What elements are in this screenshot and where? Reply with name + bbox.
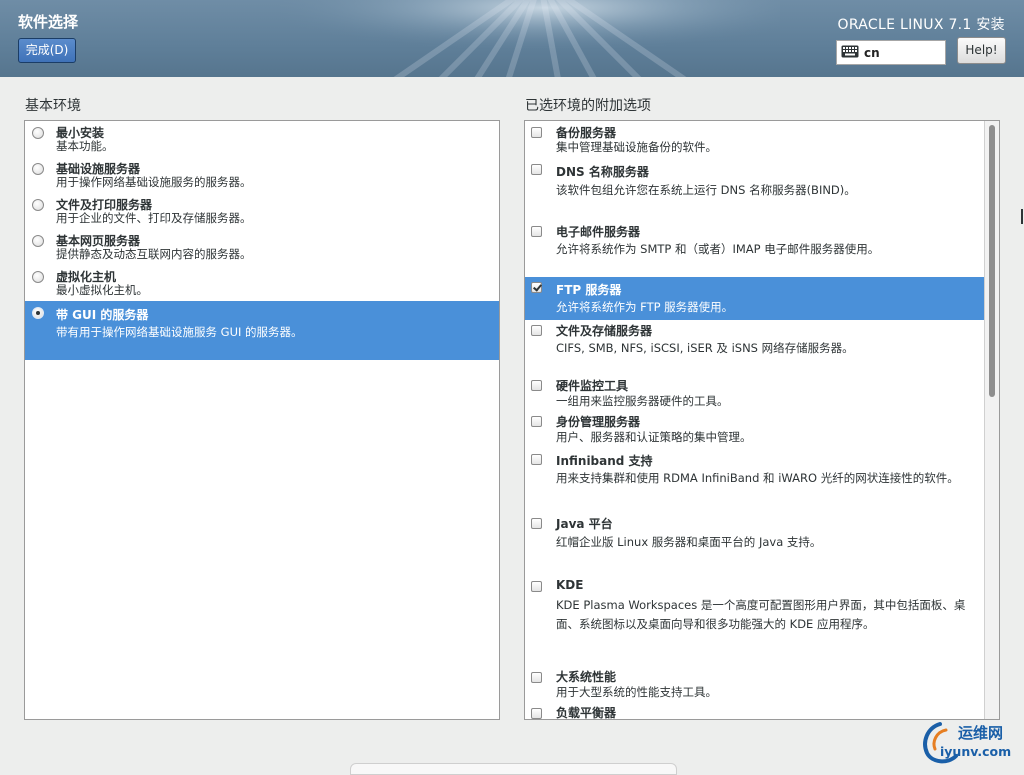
- addon-item-name: Java 平台: [556, 517, 613, 531]
- checkbox[interactable]: [531, 581, 542, 592]
- checkbox[interactable]: [531, 672, 542, 683]
- env-item-desc: 用于企业的文件、打印及存储服务器。: [56, 211, 252, 225]
- addon-item-name: DNS 名称服务器: [556, 165, 649, 179]
- addons-label: 已选环境的附加选项: [525, 98, 651, 114]
- addon-item-desc: 用户、服务器和认证策略的集中管理。: [556, 430, 752, 444]
- header-background-rays: [280, 0, 780, 77]
- addon-item-file-storage-server[interactable]: 文件及存储服务器 CIFS, SMB, NFS, iSCSI, iSER 及 i…: [525, 320, 999, 375]
- env-item-virtualization-host[interactable]: 虚拟化主机 最小虚拟化主机。: [25, 265, 499, 301]
- addon-item-desc: 允许将系统作为 FTP 服务器使用。: [556, 300, 734, 314]
- radio-button-selected[interactable]: [32, 307, 44, 319]
- product-title: ORACLE LINUX 7.1 安装: [837, 17, 1005, 33]
- addon-item-dns-server[interactable]: DNS 名称服务器 该软件包组允许您在系统上运行 DNS 名称服务器(BIND)…: [525, 161, 999, 221]
- env-item-web-server[interactable]: 基本网页服务器 提供静态及动态互联网内容的服务器。: [25, 229, 499, 265]
- base-environment-label: 基本环境: [25, 98, 81, 114]
- checkbox[interactable]: [531, 708, 542, 719]
- addon-item-desc: 红帽企业版 Linux 服务器和桌面平台的 Java 支持。: [556, 535, 822, 549]
- done-button[interactable]: 完成(D): [18, 38, 76, 63]
- addons-scrollbar[interactable]: [984, 121, 999, 719]
- radio-button[interactable]: [32, 235, 44, 247]
- checkbox[interactable]: [531, 454, 542, 465]
- addon-item-name: 大系统性能: [556, 670, 617, 684]
- watermark-logo-icon: [923, 722, 958, 764]
- radio-button[interactable]: [32, 199, 44, 211]
- env-item-infrastructure-server[interactable]: 基础设施服务器 用于操作网络基础设施服务的服务器。: [25, 157, 499, 193]
- env-item-desc: 基本功能。: [56, 139, 114, 153]
- env-item-server-with-gui[interactable]: 带 GUI 的服务器 带有用于操作网络基础设施服务 GUI 的服务器。: [25, 301, 499, 360]
- addon-item-desc: KDE Plasma Workspaces 是一个高度可配置图形用户界面，其中包…: [556, 598, 966, 631]
- addon-item-name: 身份管理服务器: [556, 415, 641, 429]
- addon-item-hardware-monitoring[interactable]: 硬件监控工具 一组用来监控服务器硬件的工具。: [525, 375, 999, 411]
- base-environment-list: 最小安装 基本功能。 基础设施服务器 用于操作网络基础设施服务的服务器。 文件及…: [24, 120, 500, 720]
- env-item-desc: 用于操作网络基础设施服务的服务器。: [56, 175, 252, 189]
- env-item-desc: 最小虚拟化主机。: [56, 283, 148, 297]
- keyboard-icon: [841, 45, 859, 58]
- scrollbar-thumb[interactable]: [989, 125, 995, 397]
- env-item-minimal[interactable]: 最小安装 基本功能。: [25, 121, 499, 157]
- addon-item-name: 文件及存储服务器: [556, 324, 653, 338]
- addon-item-email-server[interactable]: 电子邮件服务器 允许将系统作为 SMTP 和（或者）IMAP 电子邮件服务器使用…: [525, 221, 999, 277]
- addon-item-desc: 集中管理基础设施备份的软件。: [556, 140, 717, 154]
- env-item-desc: 提供静态及动态互联网内容的服务器。: [56, 247, 252, 261]
- addon-item-name: Infiniband 支持: [556, 454, 653, 468]
- addon-item-large-system-performance[interactable]: 大系统性能 用于大型系统的性能支持工具。: [525, 667, 999, 703]
- watermark-url: iyunv.com: [940, 744, 1012, 759]
- addon-item-infiniband[interactable]: Infiniband 支持 用来支持集群和使用 RDMA InfiniBand …: [525, 449, 999, 513]
- addon-item-backup-server[interactable]: 备份服务器 集中管理基础设施备份的软件。: [525, 121, 999, 161]
- addon-item-name: 硬件监控工具: [556, 379, 629, 393]
- keyboard-layout-label: cn: [864, 46, 880, 60]
- checkbox[interactable]: [531, 325, 542, 336]
- addon-item-desc: 允许将系统作为 SMTP 和（或者）IMAP 电子邮件服务器使用。: [556, 242, 880, 256]
- addon-item-java-platform[interactable]: Java 平台 红帽企业版 Linux 服务器和桌面平台的 Java 支持。: [525, 513, 999, 576]
- addon-item-name: FTP 服务器: [556, 283, 622, 297]
- text-cursor-icon: [1021, 209, 1023, 224]
- addon-item-load-balancer[interactable]: 负载平衡器: [525, 703, 999, 720]
- addon-item-name: 电子邮件服务器: [556, 225, 641, 239]
- env-item-name: 带 GUI 的服务器: [56, 308, 149, 322]
- keyboard-layout-indicator[interactable]: cn: [836, 40, 946, 65]
- addon-item-ftp-server[interactable]: FTP 服务器 允许将系统作为 FTP 服务器使用。: [525, 277, 999, 320]
- radio-button[interactable]: [32, 163, 44, 175]
- addon-item-desc: 用来支持集群和使用 RDMA InfiniBand 和 iWARO 光纤的网状连…: [556, 471, 959, 485]
- addons-list: 备份服务器 集中管理基础设施备份的软件。 DNS 名称服务器 该软件包组允许您在…: [524, 120, 1000, 720]
- addon-item-name: 负载平衡器: [556, 706, 617, 720]
- radio-button[interactable]: [32, 271, 44, 283]
- addon-item-kde[interactable]: KDE KDE Plasma Workspaces 是一个高度可配置图形用户界面…: [525, 576, 999, 667]
- watermark-name: 运维网: [958, 724, 1004, 742]
- addon-item-desc: 一组用来监控服务器硬件的工具。: [556, 394, 729, 408]
- addon-item-desc: 用于大型系统的性能支持工具。: [556, 685, 717, 699]
- env-item-desc: 带有用于操作网络基础设施服务 GUI 的服务器。: [56, 325, 303, 339]
- help-button[interactable]: Help!: [957, 37, 1006, 64]
- checkbox[interactable]: [531, 226, 542, 237]
- addon-item-desc: CIFS, SMB, NFS, iSCSI, iSER 及 iSNS 网络存储服…: [556, 341, 854, 355]
- addon-item-identity-management[interactable]: 身份管理服务器 用户、服务器和认证策略的集中管理。: [525, 411, 999, 449]
- header-bar: 软件选择 完成(D) ORACLE LINUX 7.1 安装 cn Help!: [0, 0, 1024, 77]
- checkbox[interactable]: [531, 518, 542, 529]
- addon-item-desc: 该软件包组允许您在系统上运行 DNS 名称服务器(BIND)。: [556, 183, 856, 197]
- checkbox[interactable]: [531, 127, 542, 138]
- bottom-info-tab: [350, 763, 677, 775]
- checkbox[interactable]: [531, 380, 542, 391]
- checkbox-checked[interactable]: [531, 282, 542, 293]
- addon-item-name: KDE: [556, 578, 584, 592]
- radio-button[interactable]: [32, 127, 44, 139]
- page-title: 软件选择: [18, 13, 79, 31]
- checkbox[interactable]: [531, 164, 542, 175]
- env-item-file-print-server[interactable]: 文件及打印服务器 用于企业的文件、打印及存储服务器。: [25, 193, 499, 229]
- checkbox[interactable]: [531, 416, 542, 427]
